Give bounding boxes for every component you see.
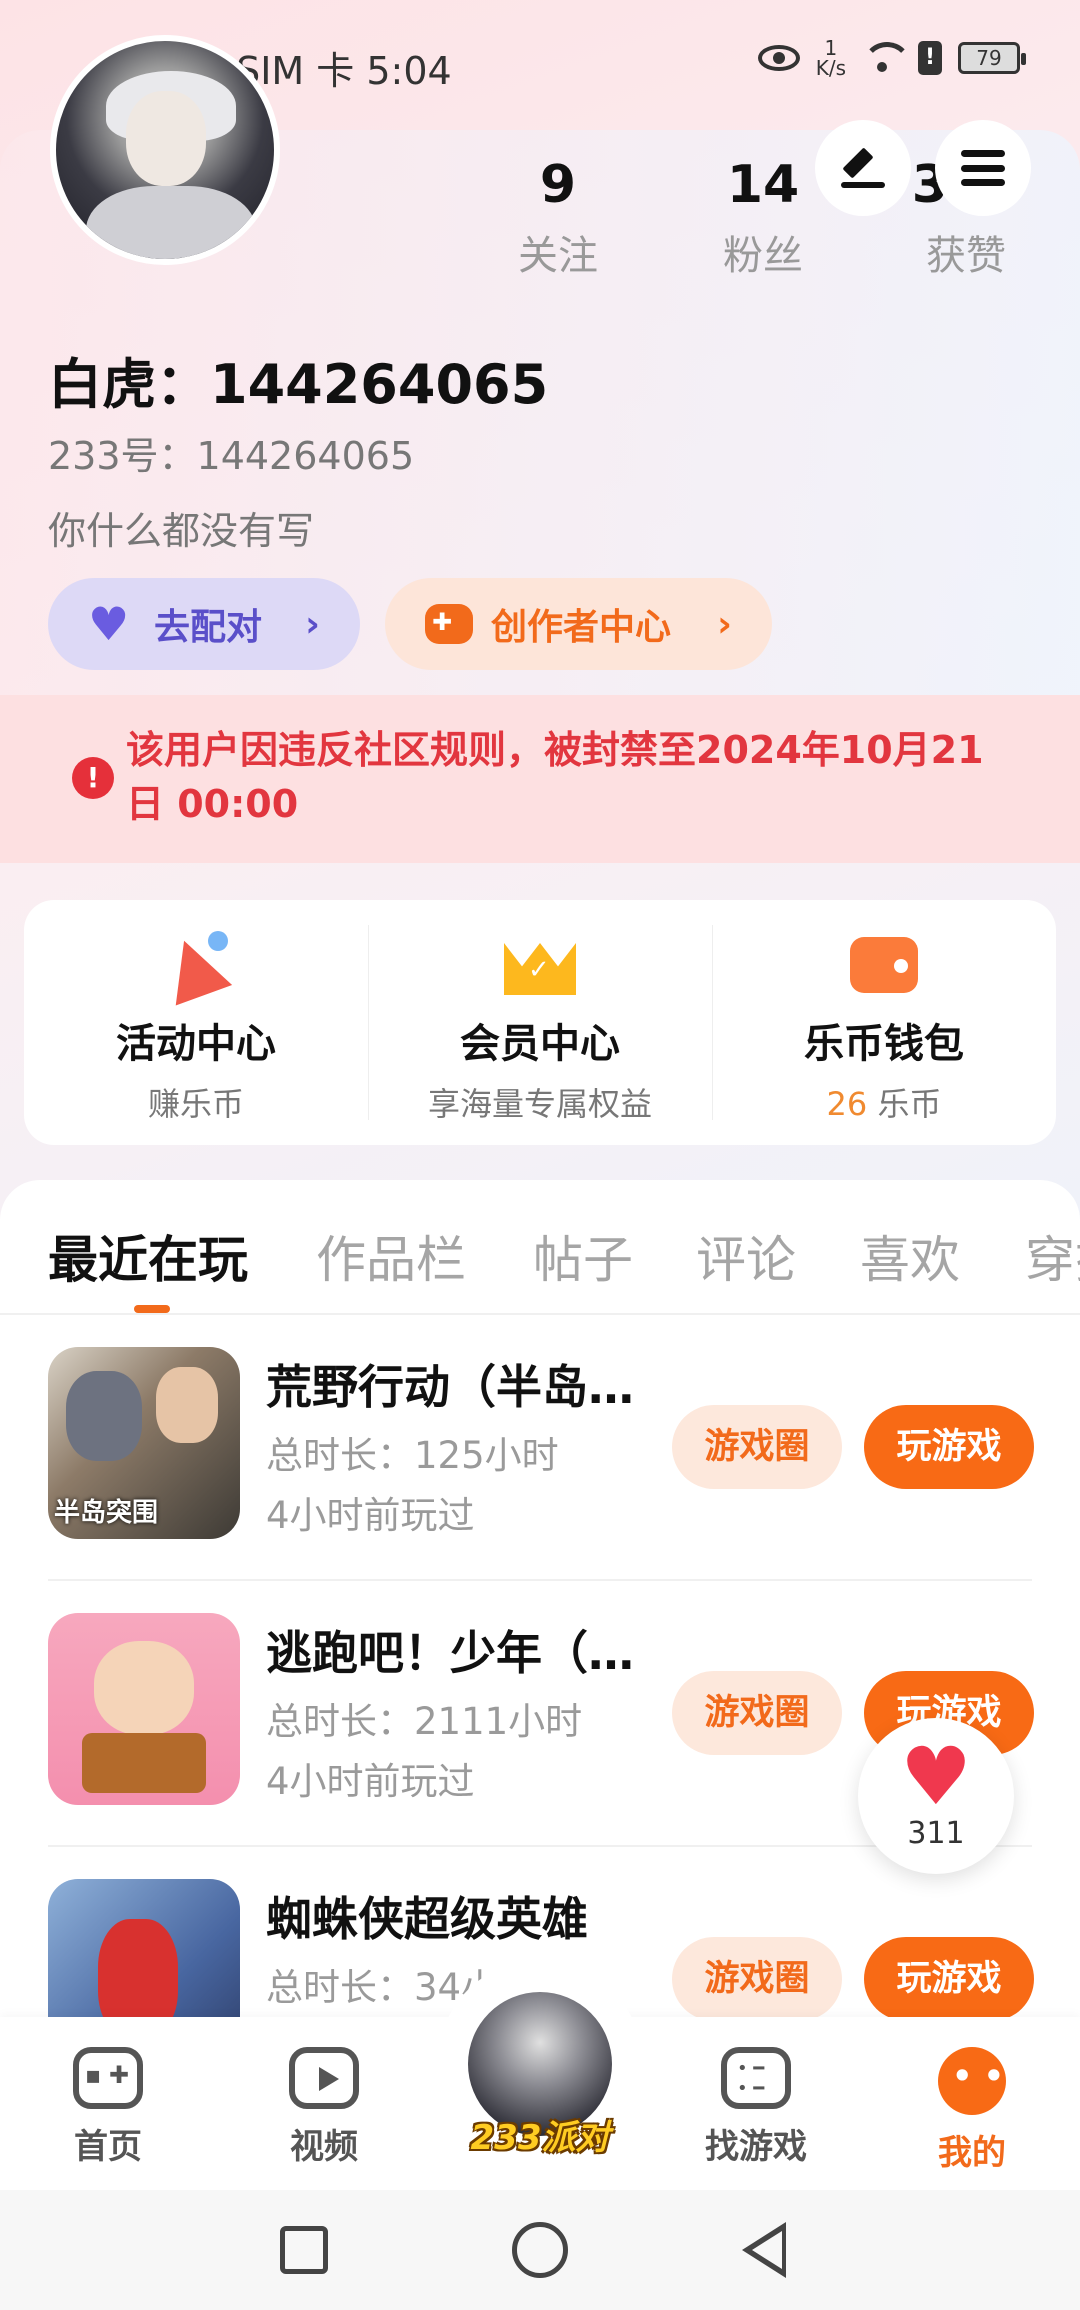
vip-center[interactable]: 会员中心 享海量专属权益 bbox=[368, 900, 712, 1145]
gamepad-icon bbox=[425, 604, 473, 644]
avatar[interactable] bbox=[50, 35, 280, 265]
game-last-played: 4小时前玩过 bbox=[266, 1760, 475, 1803]
profile-header: 9 关注 14 粉丝 355 获赞 白虎：144264065 233号：1442… bbox=[0, 35, 1080, 695]
warning-icon: ! bbox=[72, 757, 114, 799]
pencil-icon bbox=[841, 146, 885, 190]
play-game-button[interactable]: 玩游戏 bbox=[864, 1405, 1034, 1489]
play-game-button[interactable]: 玩游戏 bbox=[864, 1937, 1034, 2020]
menu-icon bbox=[961, 150, 1005, 186]
activity-center[interactable]: 活动中心 赚乐币 bbox=[24, 900, 368, 1145]
tab-bar: 最近在玩 作品栏 帖子 评论 喜欢 穿搭 bbox=[0, 1180, 1080, 1315]
ban-notice: ! 该用户因违反社区规则，被封禁至2024年10月21日 00:00 bbox=[0, 695, 1080, 863]
recents-icon[interactable] bbox=[280, 2226, 328, 2274]
nickname: 白虎：144264065 bbox=[48, 353, 549, 416]
nav-home[interactable]: 首页 bbox=[38, 2047, 178, 2168]
activity-icon bbox=[156, 925, 236, 997]
heart-icon bbox=[88, 604, 136, 644]
tab-comments[interactable]: 评论 bbox=[696, 1220, 796, 1292]
game-title: 逃跑吧！少年（6周年） bbox=[266, 1626, 666, 1680]
ban-text: 该用户因违反社区规则，被封禁至2024年10月21日 00:00 bbox=[126, 728, 984, 826]
play-icon bbox=[289, 2047, 359, 2109]
game-duration: 总时长：125小时 bbox=[266, 1434, 559, 1477]
list-icon bbox=[721, 2047, 791, 2109]
game-icon[interactable] bbox=[48, 1879, 240, 2020]
wallet-icon bbox=[844, 925, 924, 997]
tab-outfits[interactable]: 穿搭 bbox=[1025, 1220, 1080, 1292]
game-circle-button[interactable]: 游戏圈 bbox=[672, 1671, 842, 1755]
gamepad-icon bbox=[73, 2047, 143, 2109]
crown-icon bbox=[500, 925, 580, 997]
game-circle-button[interactable]: 游戏圈 bbox=[672, 1937, 842, 2020]
like-count: 311 bbox=[907, 1816, 965, 1851]
back-icon[interactable] bbox=[742, 2222, 786, 2278]
chevron-right-icon: › bbox=[305, 603, 320, 645]
wifi-icon bbox=[862, 42, 912, 74]
nav-video[interactable]: 视频 bbox=[254, 2047, 394, 2168]
pair-button[interactable]: 去配对 › bbox=[48, 578, 360, 670]
game-icon[interactable]: 半岛突围 bbox=[48, 1347, 240, 1539]
status-icons: 1 K/s ! 79 bbox=[757, 36, 1026, 80]
game-title: 蜘蛛侠超级英雄 bbox=[266, 1892, 588, 1946]
nav-find-games[interactable]: 找游戏 bbox=[686, 2047, 826, 2168]
game-last-played: 4小时前玩过 bbox=[266, 1494, 475, 1537]
game-icon[interactable]: 666 bbox=[48, 1613, 240, 1805]
game-duration: 总时长：2111小时 bbox=[266, 1700, 583, 1743]
party-button[interactable]: 233派对 bbox=[438, 1960, 642, 2180]
menu-button[interactable] bbox=[935, 120, 1031, 216]
user-id: 233号：144264065 bbox=[48, 434, 415, 478]
nav-mine[interactable]: 我的 bbox=[902, 2047, 1042, 2174]
eye-icon bbox=[757, 45, 800, 71]
game-title: 荒野行动（半岛突围） bbox=[266, 1360, 666, 1414]
tab-works[interactable]: 作品栏 bbox=[316, 1220, 466, 1292]
alert-icon: ! bbox=[918, 41, 942, 75]
content-panel: 最近在玩 作品栏 帖子 评论 喜欢 穿搭 半岛突围 荒野行动（半岛突围） 总时长… bbox=[0, 1180, 1080, 2020]
wallet[interactable]: 乐币钱包 26 乐币 bbox=[712, 900, 1056, 1145]
chevron-right-icon: › bbox=[717, 603, 732, 645]
tab-indicator bbox=[134, 1305, 170, 1313]
network-speed: 1 K/s bbox=[815, 36, 846, 80]
stat-following[interactable]: 9 关注 bbox=[478, 155, 638, 281]
creator-center-button[interactable]: 创作者中心 › bbox=[385, 578, 772, 670]
bio: 你什么都没有写 bbox=[48, 509, 315, 553]
home-icon[interactable] bbox=[512, 2222, 568, 2278]
game-circle-button[interactable]: 游戏圈 bbox=[672, 1405, 842, 1489]
feature-card: 活动中心 赚乐币 会员中心 享海量专属权益 乐币钱包 26 乐币 bbox=[24, 900, 1056, 1145]
heart-icon: ♥ bbox=[900, 1730, 972, 1823]
party-label: 233派对 bbox=[470, 2118, 610, 2158]
tab-posts[interactable]: 帖子 bbox=[533, 1220, 633, 1292]
tab-likes[interactable]: 喜欢 bbox=[860, 1220, 960, 1292]
system-navigation bbox=[0, 2190, 1080, 2310]
game-row[interactable]: 半岛突围 荒野行动（半岛突围） 总时长：125小时 4小时前玩过 游戏圈 玩游戏 bbox=[48, 1315, 1034, 1581]
floating-like-button[interactable]: ♥ 311 bbox=[858, 1718, 1014, 1874]
tab-recent[interactable]: 最近在玩 bbox=[48, 1220, 248, 1292]
battery-icon: 79 bbox=[958, 42, 1026, 74]
smile-icon bbox=[938, 2047, 1006, 2115]
edit-profile-button[interactable] bbox=[815, 120, 911, 216]
